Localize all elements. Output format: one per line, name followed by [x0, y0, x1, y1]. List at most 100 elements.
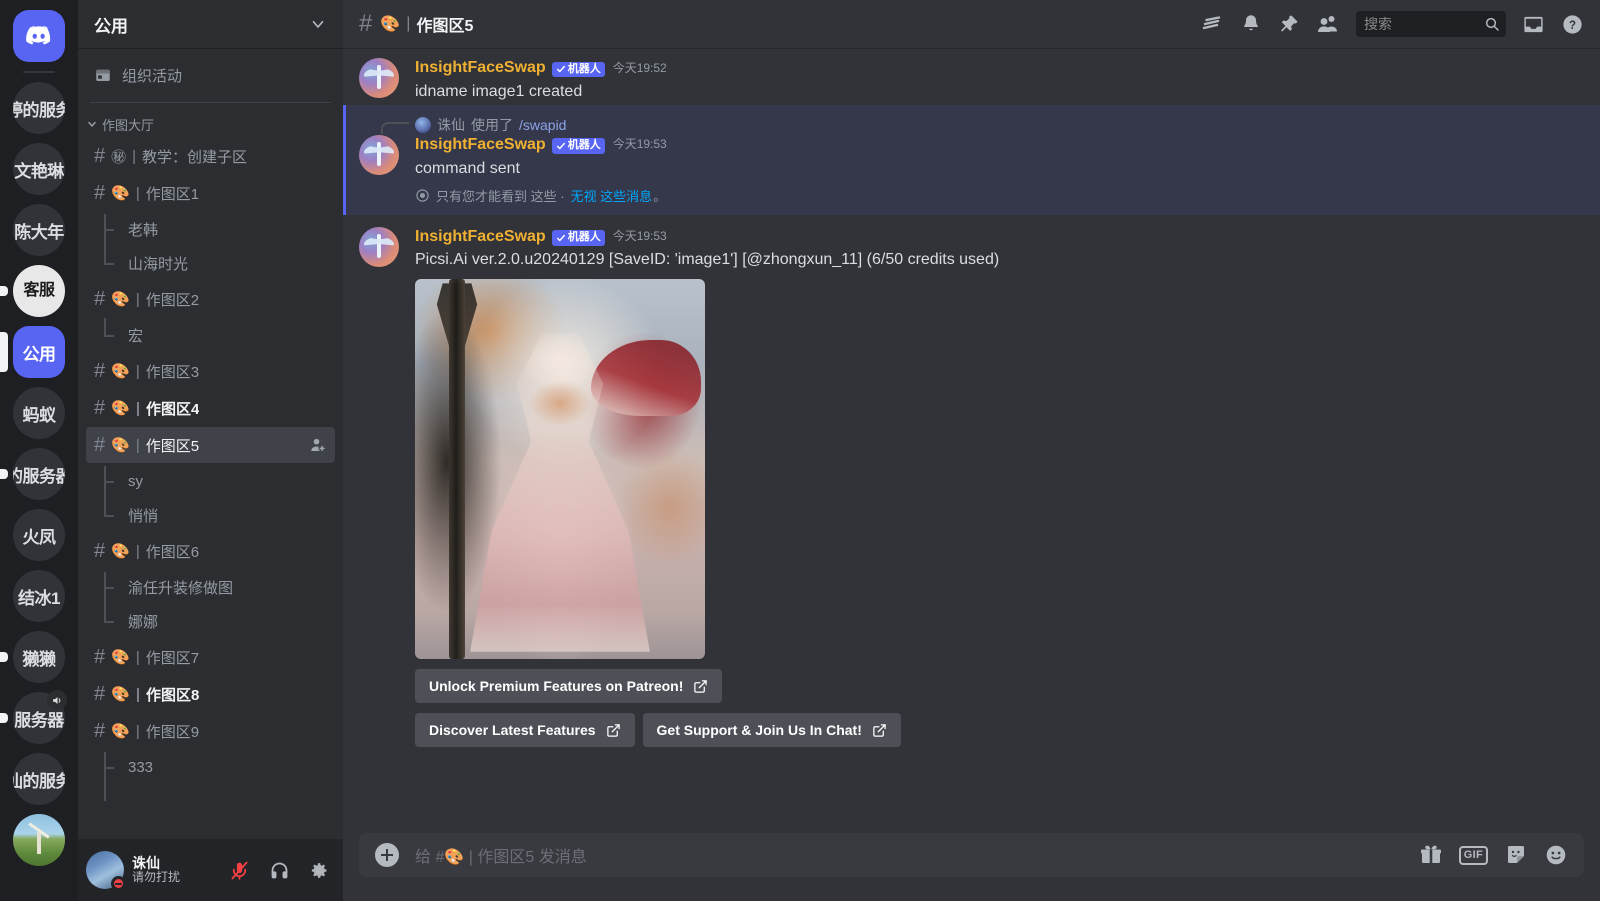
- channel-emoji: 🎨: [111, 437, 130, 454]
- events-row[interactable]: 组织活动: [86, 58, 335, 92]
- server-avatar[interactable]: 火凤: [13, 509, 65, 561]
- thread-label: 老韩: [128, 221, 159, 239]
- threads-icon[interactable]: [1200, 12, 1224, 36]
- command-name[interactable]: /swapid: [519, 117, 566, 133]
- channel-list[interactable]: 组织活动 作图大厅 # ㊙ | 教学：创建子区 # 🎨 | 作图区1 老韩 山海时光 # 🎨 | 作图区2…: [78, 48, 343, 839]
- microphone-muted-icon[interactable]: [223, 854, 255, 886]
- patreon-button[interactable]: Unlock Premium Features on Patreon!: [415, 669, 723, 704]
- sidebar-channel-作图区7[interactable]: # 🎨 | 作图区7: [86, 639, 335, 675]
- help-icon[interactable]: ?: [1561, 13, 1584, 36]
- bot-badge-label: 机器人: [567, 139, 601, 152]
- sidebar-channel-教学：创建子区[interactable]: # ㊙ | 教学：创建子区: [86, 138, 335, 174]
- command-user: 诛仙: [437, 116, 465, 133]
- gift-icon[interactable]: [1419, 843, 1443, 867]
- inbox-icon[interactable]: [1522, 13, 1545, 36]
- server-avatar[interactable]: 公用: [13, 326, 65, 378]
- sidebar-channel-作图区8[interactable]: # 🎨 | 作图区8: [86, 676, 335, 712]
- members-icon[interactable]: [1316, 12, 1340, 36]
- server-icon-服务器[interactable]: 服务器: [0, 690, 78, 744]
- sidebar-thread-娜娜[interactable]: 娜娜: [86, 604, 335, 638]
- server-avatar[interactable]: 婷的服务: [13, 82, 65, 134]
- attachment-image[interactable]: [415, 279, 705, 660]
- search-placeholder: 搜索: [1364, 16, 1392, 32]
- hash-icon: #: [94, 360, 106, 382]
- server-avatar[interactable]: 蚂蚁: [13, 387, 65, 439]
- gif-icon[interactable]: GIF: [1458, 845, 1488, 865]
- category-header[interactable]: 作图大厅: [78, 111, 343, 137]
- command-reference[interactable]: 诛仙 使用了/swapid: [381, 111, 1552, 134]
- channel-emoji: 🎨: [380, 16, 401, 33]
- sidebar-thread-宏[interactable]: 宏: [86, 318, 335, 352]
- server-avatar[interactable]: 文艳琳: [13, 143, 65, 195]
- server-icon-火凤[interactable]: 火凤: [0, 509, 78, 561]
- sidebar-thread-山海时光[interactable]: 山海时光: [86, 246, 335, 280]
- server-avatar[interactable]: [13, 10, 65, 62]
- sidebar-thread-悄悄[interactable]: 悄悄: [86, 498, 335, 532]
- gear-icon[interactable]: [303, 854, 335, 886]
- chevron-down-icon[interactable]: [309, 15, 327, 33]
- server-icon-陈大年[interactable]: 陈大年: [0, 204, 78, 256]
- server-icon-文艳琳[interactable]: 文艳琳: [0, 143, 78, 195]
- avatar[interactable]: [359, 134, 399, 175]
- discover-features-button[interactable]: Discover Latest Features: [415, 713, 635, 748]
- server-avatar[interactable]: 陈大年: [13, 204, 65, 256]
- channel-label: 作图区1: [145, 185, 200, 203]
- sidebar-channel-作图区2[interactable]: # 🎨 | 作图区2: [86, 281, 335, 317]
- sidebar-channel-作图区4[interactable]: # 🎨 | 作图区4: [86, 390, 335, 426]
- search-input[interactable]: 搜索: [1356, 11, 1506, 37]
- avatar[interactable]: [359, 226, 399, 267]
- server-icon-公用[interactable]: 公用: [0, 326, 78, 378]
- channel-separator: |: [135, 290, 140, 308]
- message-ephemeral: 诛仙 使用了/swapid InsightFaceSwap 机器人 今天19:53: [343, 104, 1600, 215]
- server-avatar[interactable]: 仙的服务: [13, 753, 65, 805]
- placeholder-suffix: 发消息: [538, 849, 587, 866]
- thread-connector-icon: [102, 498, 120, 532]
- message-author[interactable]: InsightFaceSwap: [415, 135, 546, 156]
- dismiss-link[interactable]: 无视 这些消息: [571, 186, 653, 205]
- server-icon-蚂蚁[interactable]: 蚂蚁: [0, 387, 78, 439]
- server-avatar[interactable]: 客服: [13, 265, 65, 317]
- user-info[interactable]: 诛仙 请勿打扰: [132, 855, 215, 885]
- message-author[interactable]: InsightFaceSwap: [415, 227, 546, 248]
- channel-separator: |: [135, 399, 141, 417]
- server-icon-discord-home[interactable]: [0, 10, 78, 62]
- support-chat-button[interactable]: Get Support & Join Us In Chat!: [642, 713, 901, 748]
- headset-icon[interactable]: [263, 854, 295, 886]
- server-icon-的服务器[interactable]: 的服务器: [0, 448, 78, 500]
- server-icon-客服[interactable]: 客服: [0, 265, 78, 317]
- message-list[interactable]: InsightFaceSwap 机器人 今天19:52 idname image…: [343, 48, 1600, 833]
- add-member-icon[interactable]: [309, 436, 327, 454]
- attach-icon[interactable]: [375, 843, 399, 867]
- server-icon-婷的服务[interactable]: 婷的服务: [0, 82, 78, 134]
- hash-icon: #: [94, 434, 106, 456]
- server-icon-仙的服务[interactable]: 仙的服务: [0, 753, 78, 805]
- pin-icon[interactable]: [1278, 13, 1300, 35]
- server-avatar-image[interactable]: [13, 814, 65, 866]
- hash-icon: #: [94, 683, 106, 705]
- server-avatar[interactable]: 獭獭: [13, 631, 65, 683]
- message-input[interactable]: 给 #🎨 | 作图区5 发消息 GIF: [359, 833, 1584, 877]
- message-author[interactable]: InsightFaceSwap: [415, 58, 546, 79]
- sidebar-channel-作图区5[interactable]: # 🎨 | 作图区5: [86, 427, 335, 463]
- channel-emoji: 🎨: [111, 291, 130, 308]
- sidebar-channel-作图区9[interactable]: # 🎨 | 作图区9: [86, 713, 335, 749]
- server-avatar[interactable]: 的服务器: [13, 448, 65, 500]
- sidebar-channel-作图区3[interactable]: # 🎨 | 作图区3: [86, 353, 335, 389]
- bell-icon[interactable]: [1240, 13, 1262, 35]
- avatar[interactable]: [359, 58, 399, 98]
- sidebar-channel-作图区6[interactable]: # 🎨 | 作图区6: [86, 533, 335, 569]
- message-timestamp: 今天19:52: [612, 60, 667, 75]
- server-header[interactable]: 公用: [78, 0, 343, 48]
- sidebar-thread-sy[interactable]: sy: [86, 464, 335, 515]
- sidebar-thread-老韩[interactable]: 老韩: [86, 212, 335, 263]
- sticker-icon[interactable]: [1504, 843, 1528, 867]
- avatar[interactable]: [86, 851, 126, 891]
- server-avatar[interactable]: 结冰1: [13, 570, 65, 622]
- sidebar-channel-作图区1[interactable]: # 🎨 | 作图区1: [86, 175, 335, 211]
- server-icon-windmill-server[interactable]: [0, 814, 78, 866]
- emoji-icon[interactable]: [1544, 843, 1568, 867]
- sidebar-thread-333[interactable]: 333: [86, 750, 335, 801]
- server-icon-獭獭[interactable]: 獭獭: [0, 631, 78, 683]
- sidebar-thread-渝任升装修做图[interactable]: 渝任升装修做图: [86, 570, 335, 621]
- server-icon-结冰1[interactable]: 结冰1: [0, 570, 78, 622]
